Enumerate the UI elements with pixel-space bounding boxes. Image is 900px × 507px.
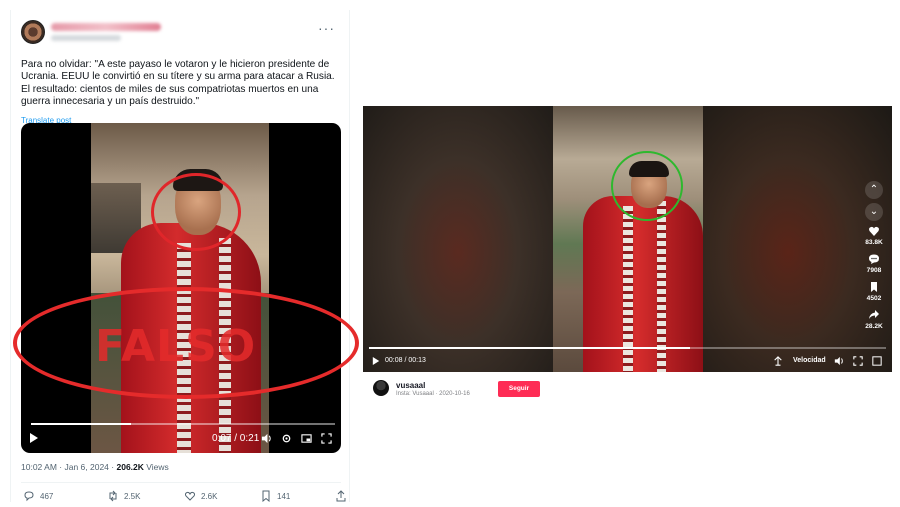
more-icon[interactable]: ··· bbox=[318, 20, 335, 36]
reply-icon bbox=[24, 491, 34, 502]
divider bbox=[21, 482, 341, 483]
comment-icon bbox=[869, 254, 879, 264]
like-button[interactable]: 2.6K bbox=[184, 490, 217, 502]
tiktok-save-count: 4502 bbox=[866, 295, 882, 302]
video-progress-fill bbox=[31, 423, 132, 425]
tweet-timestamp[interactable]: 10:02 AM · Jan 6, 2024 bbox=[21, 462, 109, 472]
tweet-card: ··· Para no olvidar: "A este payaso le v… bbox=[10, 10, 359, 504]
video-progress-bar[interactable] bbox=[31, 423, 335, 425]
tiktok-save-button[interactable]: 4502 bbox=[861, 281, 887, 302]
like-count: 2.6K bbox=[201, 491, 218, 501]
chevron-up-icon[interactable]: ⌃ bbox=[865, 181, 883, 199]
volume-icon[interactable] bbox=[261, 433, 272, 444]
views-count: 206.2K bbox=[116, 462, 144, 472]
tweet-header: ··· bbox=[21, 20, 341, 48]
tiktok-like-count: 83.8K bbox=[865, 239, 883, 246]
blurred-author-name bbox=[51, 23, 161, 31]
tiktok-time: 00:08 / 00:13 bbox=[385, 357, 426, 364]
video-controls: 0:07 / 0:21 bbox=[21, 419, 341, 453]
share-button[interactable] bbox=[335, 490, 347, 502]
tiktok-username[interactable]: vusaaal bbox=[396, 381, 425, 390]
forward-icon bbox=[869, 310, 879, 319]
blurred-side-left bbox=[363, 106, 553, 372]
tiktok-controls: 00:08 / 00:13 Velocidad bbox=[363, 346, 892, 372]
green-highlight-circle bbox=[611, 151, 683, 221]
bookmark-icon bbox=[262, 490, 270, 502]
fullscreen-icon[interactable] bbox=[321, 433, 332, 444]
tiktok-share-count: 28.2K bbox=[865, 323, 883, 330]
tiktok-progress-fill bbox=[369, 347, 690, 349]
blurred-author-handle bbox=[51, 35, 121, 41]
play-icon[interactable] bbox=[29, 433, 39, 443]
tiktok-like-button[interactable]: 83.8K bbox=[861, 225, 887, 246]
volume-icon[interactable] bbox=[834, 356, 844, 366]
tiktok-progress-bar[interactable] bbox=[369, 347, 886, 349]
tiktok-share-button[interactable]: 28.2K bbox=[861, 309, 887, 330]
tweet-text: Para no olvidar: "A este payaso le votar… bbox=[21, 59, 335, 107]
play-icon[interactable] bbox=[372, 357, 380, 365]
comparison-screenshot: ··· Para no olvidar: "A este payaso le v… bbox=[0, 0, 900, 507]
tiktok-video-frame bbox=[553, 106, 703, 372]
share-icon bbox=[336, 490, 346, 502]
avatar[interactable] bbox=[21, 20, 45, 44]
tiktok-action-rail: ⌃ ⌄ 83.8K 7908 4502 28.2K bbox=[861, 181, 887, 337]
repost-button[interactable]: 2.5K bbox=[107, 490, 140, 502]
autoplay-icon[interactable] bbox=[773, 356, 783, 366]
bookmark-button[interactable]: 141 bbox=[260, 490, 290, 502]
settings-icon[interactable] bbox=[281, 433, 292, 444]
fullscreen-icon[interactable] bbox=[853, 356, 863, 366]
tiktok-author-bar: vusaaal Insta: Vusaaal · 2020-10-16 Segu… bbox=[363, 372, 892, 404]
like-icon bbox=[184, 491, 196, 501]
tweet-meta: 10:02 AM · Jan 6, 2024 · 206.2K Views bbox=[21, 462, 169, 472]
repost-icon bbox=[109, 490, 117, 502]
reply-count: 467 bbox=[40, 491, 54, 501]
video-time: 0:07 / 0:21 bbox=[212, 433, 260, 444]
bookmark-count: 141 bbox=[277, 491, 291, 501]
views-label: Views bbox=[146, 462, 169, 472]
save-icon bbox=[871, 282, 877, 292]
close-icon[interactable] bbox=[872, 356, 882, 366]
tiktok-comment-button[interactable]: 7908 bbox=[861, 253, 887, 274]
speed-button[interactable]: Velocidad bbox=[793, 357, 826, 364]
red-highlight-circle bbox=[151, 173, 241, 251]
pip-icon[interactable] bbox=[301, 433, 312, 444]
chevron-down-icon[interactable]: ⌄ bbox=[865, 203, 883, 221]
avatar[interactable] bbox=[373, 380, 389, 396]
tiktok-subline: Insta: Vusaaal · 2020-10-16 bbox=[396, 391, 470, 397]
falso-stamp: FALSO bbox=[95, 321, 257, 372]
tiktok-comment-count: 7908 bbox=[866, 267, 882, 274]
tweet-actions: 467 2.5K 2.6K 141 bbox=[21, 490, 346, 504]
repost-count: 2.5K bbox=[124, 491, 141, 501]
reply-button[interactable]: 467 bbox=[23, 490, 53, 502]
follow-button[interactable]: Seguir bbox=[498, 381, 540, 397]
heart-icon bbox=[869, 226, 879, 236]
tiktok-player[interactable]: ⌃ ⌄ 83.8K 7908 4502 28.2K 00:08 / 00:13 … bbox=[363, 106, 892, 372]
